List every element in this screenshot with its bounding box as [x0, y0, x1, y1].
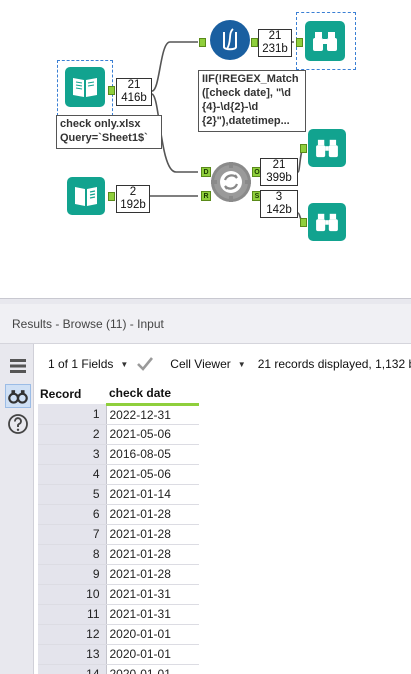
book-icon	[73, 78, 97, 97]
cell-viewer-dropdown[interactable]: Cell Viewer ▼	[170, 357, 245, 371]
column-header-check-date[interactable]: check date	[106, 384, 199, 406]
table-row[interactable]: 3 2016-08-05	[38, 444, 199, 465]
record-number-cell: 11	[38, 604, 107, 625]
record-number-cell: 7	[38, 524, 107, 545]
input-tool-record-count: 21 416b	[116, 78, 152, 106]
check-date-cell[interactable]: 2021-01-31	[106, 584, 199, 605]
check-date-cell[interactable]: 2020-01-01	[106, 664, 199, 674]
chevron-down-icon: ▼	[237, 359, 246, 369]
check-date-cell[interactable]: 2021-01-28	[106, 544, 199, 565]
text-input-tool[interactable]	[67, 177, 105, 215]
browse-tool-top[interactable]	[305, 21, 345, 61]
fields-dropdown[interactable]: 1 of 1 Fields ▼	[48, 357, 128, 371]
table-row[interactable]: 9 2021-01-28	[38, 564, 199, 585]
table-row[interactable]: 14 2020-01-01	[38, 664, 199, 674]
check-date-cell[interactable]: 2021-01-28	[106, 524, 199, 545]
record-number-cell: 13	[38, 644, 107, 665]
text-input-book-icon	[75, 187, 97, 206]
browse-mid-input-anchor[interactable]	[300, 144, 307, 153]
table-row[interactable]: 5 2021-01-14	[38, 484, 199, 505]
table-row[interactable]: 13 2020-01-01	[38, 644, 199, 665]
check-date-cell[interactable]: 2016-08-05	[106, 444, 199, 465]
table-row[interactable]: 7 2021-01-28	[38, 524, 199, 545]
apply-fields-button[interactable]	[136, 356, 154, 372]
results-panel: Results - Browse (11) - Input 1 of 1 Fie…	[0, 304, 411, 674]
join-tool[interactable]	[211, 162, 251, 202]
check-date-cell[interactable]: 2022-12-31	[106, 404, 199, 425]
fields-label: 1 of 1 Fields	[48, 357, 114, 371]
check-date-cell[interactable]: 2021-05-06	[106, 424, 199, 445]
cell-viewer-label: Cell Viewer	[170, 357, 231, 371]
binoculars-icon	[316, 139, 338, 158]
check-date-cell[interactable]: 2021-01-14	[106, 484, 199, 505]
table-row[interactable]: 6 2021-01-28	[38, 504, 199, 525]
browse-top-input-anchor[interactable]	[296, 38, 303, 47]
chevron-down-icon: ▼	[120, 359, 129, 369]
browse-bottom-input-anchor[interactable]	[300, 218, 307, 227]
record-number-cell: 14	[38, 664, 107, 674]
results-grid[interactable]: Record check date 1 2022-12-31 2 2021-05-06…	[38, 384, 199, 674]
browse-tool-bottom[interactable]	[308, 203, 346, 241]
records-info: 21 records displayed, 1,132 b	[257, 357, 411, 371]
input-tool-output-anchor[interactable]	[108, 86, 115, 95]
check-date-cell[interactable]: 2021-01-28	[106, 564, 199, 585]
record-number-cell: 8	[38, 544, 107, 565]
binoculars-icon	[316, 213, 338, 232]
join-output-o-count: 21 399b	[260, 158, 298, 186]
table-row[interactable]: 10 2021-01-31	[38, 584, 199, 605]
check-date-cell[interactable]: 2021-01-28	[106, 504, 199, 525]
formula-output-anchor[interactable]	[251, 38, 258, 47]
checkmark-icon	[137, 357, 154, 371]
record-number-cell: 6	[38, 504, 107, 525]
table-row[interactable]: 12 2020-01-01	[38, 624, 199, 645]
record-number-cell: 10	[38, 584, 107, 605]
metadata-view-button[interactable]	[5, 354, 31, 378]
connector-input-formula	[151, 41, 198, 92]
join-output-s-count: 3 142b	[260, 190, 298, 218]
formula-input-anchor[interactable]	[199, 38, 206, 47]
binoculars-icon	[8, 390, 28, 404]
join-right-anchor[interactable]: R	[201, 191, 211, 201]
results-toolbar: 1 of 1 Fields ▼ Cell Viewer ▼ 21 records…	[38, 344, 411, 384]
join-left-anchor[interactable]: D	[201, 167, 211, 177]
column-header-record[interactable]: Record	[38, 384, 106, 404]
data-view-button[interactable]	[5, 384, 31, 408]
check-date-cell[interactable]: 2020-01-01	[106, 644, 199, 665]
question-circle-icon	[8, 414, 28, 434]
workflow-canvas[interactable]: 21 416b check only.xlsx Query=`Sheet1$` …	[0, 0, 411, 303]
record-number-cell: 3	[38, 444, 107, 465]
binoculars-icon	[313, 32, 337, 51]
record-number-cell: 9	[38, 564, 107, 585]
check-date-cell[interactable]: 2021-05-06	[106, 464, 199, 485]
record-number-cell: 12	[38, 624, 107, 645]
formula-annotation: IIF(!REGEX_Match ([check date], "\d {4}-…	[198, 70, 306, 132]
table-row[interactable]: 2 2021-05-06	[38, 424, 199, 445]
text-input-output-anchor[interactable]	[108, 192, 115, 201]
formula-record-count: 21 231b	[258, 29, 292, 57]
browse-tool-middle[interactable]	[308, 129, 346, 167]
list-lines-icon	[10, 359, 26, 373]
check-date-cell[interactable]: 2021-01-31	[106, 604, 199, 625]
formula-tool[interactable]	[210, 20, 250, 60]
table-row[interactable]: 1 2022-12-31	[38, 404, 199, 425]
record-number-cell: 5	[38, 484, 107, 505]
results-title: Results - Browse (11) - Input	[0, 304, 411, 344]
input-data-tool[interactable]	[65, 67, 105, 107]
formula-icon	[223, 28, 237, 51]
input-tool-annotation: check only.xlsx Query=`Sheet1$`	[56, 115, 162, 149]
help-button[interactable]	[5, 412, 31, 436]
table-row[interactable]: 4 2021-05-06	[38, 464, 199, 485]
record-number-cell: 4	[38, 464, 107, 485]
table-row[interactable]: 8 2021-01-28	[38, 544, 199, 565]
results-side-strip	[0, 344, 34, 674]
table-row[interactable]: 11 2021-01-31	[38, 604, 199, 625]
check-date-cell[interactable]: 2020-01-01	[106, 624, 199, 645]
record-number-cell: 2	[38, 424, 107, 445]
text-input-record-count: 2 192b	[116, 185, 150, 213]
record-number-cell: 1	[38, 404, 107, 425]
join-gear-icon	[211, 162, 251, 202]
